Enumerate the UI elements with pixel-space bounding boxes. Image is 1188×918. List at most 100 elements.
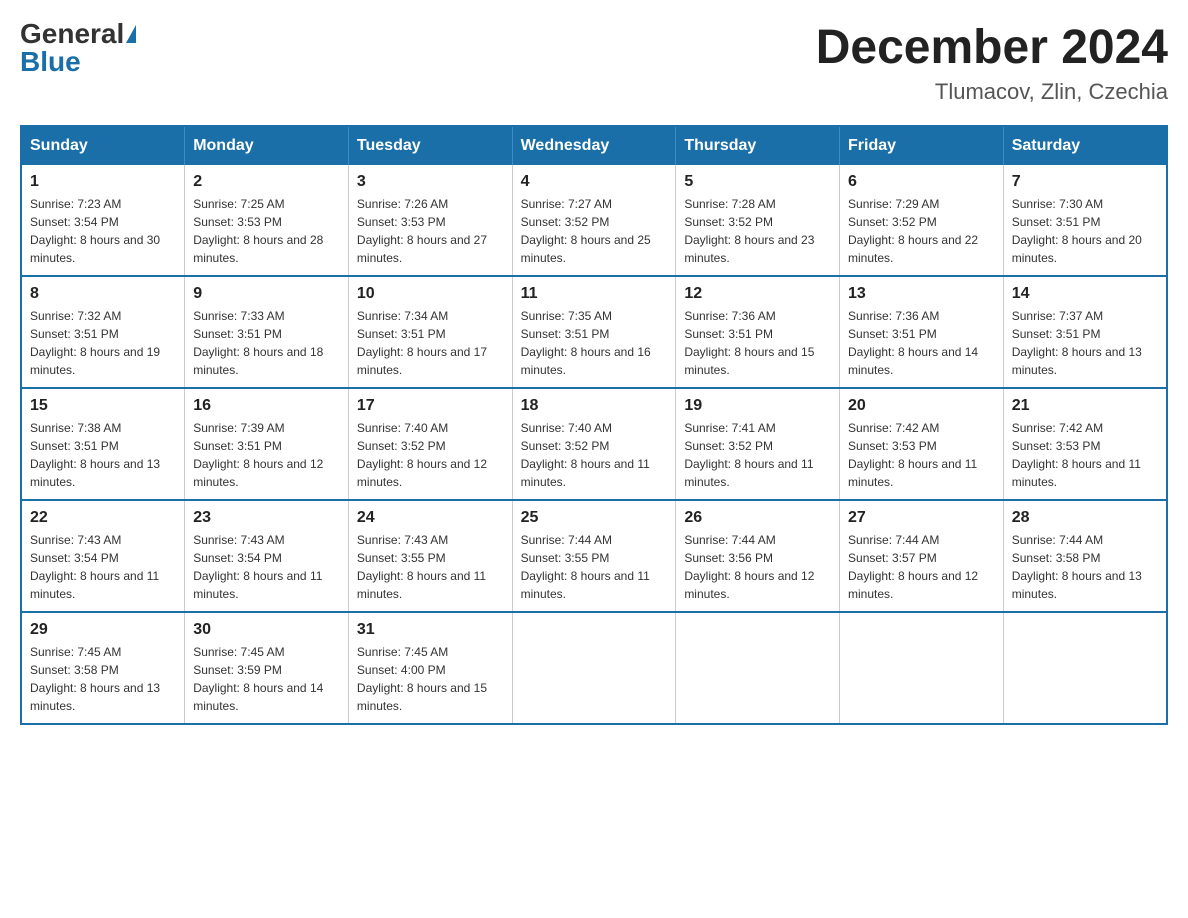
day-number: 1 [30,173,176,191]
day-cell [1003,612,1167,724]
day-cell [512,612,676,724]
day-number: 13 [848,285,995,303]
day-cell: 30 Sunrise: 7:45 AMSunset: 3:59 PMDayligh… [185,612,349,724]
logo: General Blue [20,20,136,76]
day-number: 25 [521,509,668,527]
week-row-1: 1 Sunrise: 7:23 AMSunset: 3:54 PMDaylight… [21,165,1167,276]
day-cell: 19 Sunrise: 7:41 AMSunset: 3:52 PMDayligh… [676,388,840,500]
day-cell: 2 Sunrise: 7:25 AMSunset: 3:53 PMDaylight… [185,165,349,276]
day-number: 22 [30,509,176,527]
day-number: 17 [357,397,504,415]
day-number: 15 [30,397,176,415]
week-row-4: 22 Sunrise: 7:43 AMSunset: 3:54 PMDayligh… [21,500,1167,612]
day-number: 8 [30,285,176,303]
day-number: 21 [1012,397,1158,415]
header-thursday: Thursday [676,126,840,165]
day-info: Sunrise: 7:40 AMSunset: 3:52 PMDaylight:… [521,419,668,491]
logo-general-text: General [20,20,124,48]
day-info: Sunrise: 7:41 AMSunset: 3:52 PMDaylight:… [684,419,831,491]
day-info: Sunrise: 7:27 AMSunset: 3:52 PMDaylight:… [521,195,668,267]
logo-triangle-icon [126,25,136,43]
day-cell: 29 Sunrise: 7:45 AMSunset: 3:58 PMDayligh… [21,612,185,724]
day-number: 11 [521,285,668,303]
day-cell: 18 Sunrise: 7:40 AMSunset: 3:52 PMDayligh… [512,388,676,500]
day-number: 2 [193,173,340,191]
header-sunday: Sunday [21,126,185,165]
day-info: Sunrise: 7:36 AMSunset: 3:51 PMDaylight:… [848,307,995,379]
week-row-3: 15 Sunrise: 7:38 AMSunset: 3:51 PMDayligh… [21,388,1167,500]
day-cell: 20Sunrise: 7:42 AMSunset: 3:53 PMDayligh… [840,388,1004,500]
day-number: 26 [684,509,831,527]
header-monday: Monday [185,126,349,165]
day-cell: 15 Sunrise: 7:38 AMSunset: 3:51 PMDayligh… [21,388,185,500]
day-info: Sunrise: 7:29 AMSunset: 3:52 PMDaylight:… [848,195,995,267]
day-info: Sunrise: 7:45 AMSunset: 3:58 PMDaylight:… [30,643,176,715]
day-cell [676,612,840,724]
header-row: SundayMondayTuesdayWednesdayThursdayFrid… [21,126,1167,165]
day-number: 6 [848,173,995,191]
day-number: 27 [848,509,995,527]
day-info: Sunrise: 7:38 AMSunset: 3:51 PMDaylight:… [30,419,176,491]
day-number: 9 [193,285,340,303]
day-number: 28 [1012,509,1158,527]
day-cell: 9Sunrise: 7:33 AMSunset: 3:51 PMDaylight… [185,276,349,388]
day-info: Sunrise: 7:26 AMSunset: 3:53 PMDaylight:… [357,195,504,267]
header-wednesday: Wednesday [512,126,676,165]
day-info: Sunrise: 7:36 AMSunset: 3:51 PMDaylight:… [684,307,831,379]
day-info: Sunrise: 7:44 AMSunset: 3:55 PMDaylight:… [521,531,668,603]
day-info: Sunrise: 7:44 AMSunset: 3:57 PMDaylight:… [848,531,995,603]
day-cell: 31 Sunrise: 7:45 AMSunset: 4:00 PMDayligh… [348,612,512,724]
day-info: Sunrise: 7:23 AMSunset: 3:54 PMDaylight:… [30,195,176,267]
day-cell: 3 Sunrise: 7:26 AMSunset: 3:53 PMDaylight… [348,165,512,276]
day-number: 12 [684,285,831,303]
day-cell [840,612,1004,724]
day-number: 10 [357,285,504,303]
day-cell: 1 Sunrise: 7:23 AMSunset: 3:54 PMDaylight… [21,165,185,276]
day-cell: 10 Sunrise: 7:34 AMSunset: 3:51 PMDayligh… [348,276,512,388]
day-cell: 16Sunrise: 7:39 AMSunset: 3:51 PMDayligh… [185,388,349,500]
week-row-2: 8 Sunrise: 7:32 AMSunset: 3:51 PMDaylight… [21,276,1167,388]
day-info: Sunrise: 7:34 AMSunset: 3:51 PMDaylight:… [357,307,504,379]
day-info: Sunrise: 7:25 AMSunset: 3:53 PMDaylight:… [193,195,340,267]
day-info: Sunrise: 7:42 AMSunset: 3:53 PMDaylight:… [1012,419,1158,491]
week-row-5: 29 Sunrise: 7:45 AMSunset: 3:58 PMDayligh… [21,612,1167,724]
day-info: Sunrise: 7:42 AMSunset: 3:53 PMDaylight:… [848,419,995,491]
day-info: Sunrise: 7:43 AMSunset: 3:54 PMDaylight:… [30,531,176,603]
day-info: Sunrise: 7:43 AMSunset: 3:55 PMDaylight:… [357,531,504,603]
day-number: 5 [684,173,831,191]
day-cell: 11 Sunrise: 7:35 AMSunset: 3:51 PMDayligh… [512,276,676,388]
day-cell: 4 Sunrise: 7:27 AMSunset: 3:52 PMDaylight… [512,165,676,276]
page-header: General Blue December 2024 Tlumacov, Zli… [20,20,1168,105]
day-info: Sunrise: 7:44 AMSunset: 3:58 PMDaylight:… [1012,531,1158,603]
day-cell: 26Sunrise: 7:44 AMSunset: 3:56 PMDayligh… [676,500,840,612]
day-cell: 21 Sunrise: 7:42 AMSunset: 3:53 PMDayligh… [1003,388,1167,500]
day-cell: 23Sunrise: 7:43 AMSunset: 3:54 PMDayligh… [185,500,349,612]
day-number: 24 [357,509,504,527]
day-cell: 28 Sunrise: 7:44 AMSunset: 3:58 PMDayligh… [1003,500,1167,612]
day-info: Sunrise: 7:35 AMSunset: 3:51 PMDaylight:… [521,307,668,379]
day-number: 18 [521,397,668,415]
day-number: 3 [357,173,504,191]
day-cell: 27 Sunrise: 7:44 AMSunset: 3:57 PMDayligh… [840,500,1004,612]
day-info: Sunrise: 7:43 AMSunset: 3:54 PMDaylight:… [193,531,340,603]
day-cell: 17 Sunrise: 7:40 AMSunset: 3:52 PMDayligh… [348,388,512,500]
day-info: Sunrise: 7:45 AMSunset: 4:00 PMDaylight:… [357,643,504,715]
header-tuesday: Tuesday [348,126,512,165]
day-number: 4 [521,173,668,191]
day-info: Sunrise: 7:45 AMSunset: 3:59 PMDaylight:… [193,643,340,715]
calendar-table: SundayMondayTuesdayWednesdayThursdayFrid… [20,125,1168,725]
day-cell: 5Sunrise: 7:28 AMSunset: 3:52 PMDaylight… [676,165,840,276]
day-cell: 22 Sunrise: 7:43 AMSunset: 3:54 PMDayligh… [21,500,185,612]
day-info: Sunrise: 7:37 AMSunset: 3:51 PMDaylight:… [1012,307,1158,379]
day-info: Sunrise: 7:40 AMSunset: 3:52 PMDaylight:… [357,419,504,491]
title-section: December 2024 Tlumacov, Zlin, Czechia [816,20,1168,105]
day-cell: 8 Sunrise: 7:32 AMSunset: 3:51 PMDaylight… [21,276,185,388]
day-cell: 24 Sunrise: 7:43 AMSunset: 3:55 PMDayligh… [348,500,512,612]
day-number: 14 [1012,285,1158,303]
day-number: 19 [684,397,831,415]
location-title: Tlumacov, Zlin, Czechia [816,79,1168,105]
day-number: 30 [193,621,340,639]
day-info: Sunrise: 7:32 AMSunset: 3:51 PMDaylight:… [30,307,176,379]
day-number: 29 [30,621,176,639]
day-number: 31 [357,621,504,639]
